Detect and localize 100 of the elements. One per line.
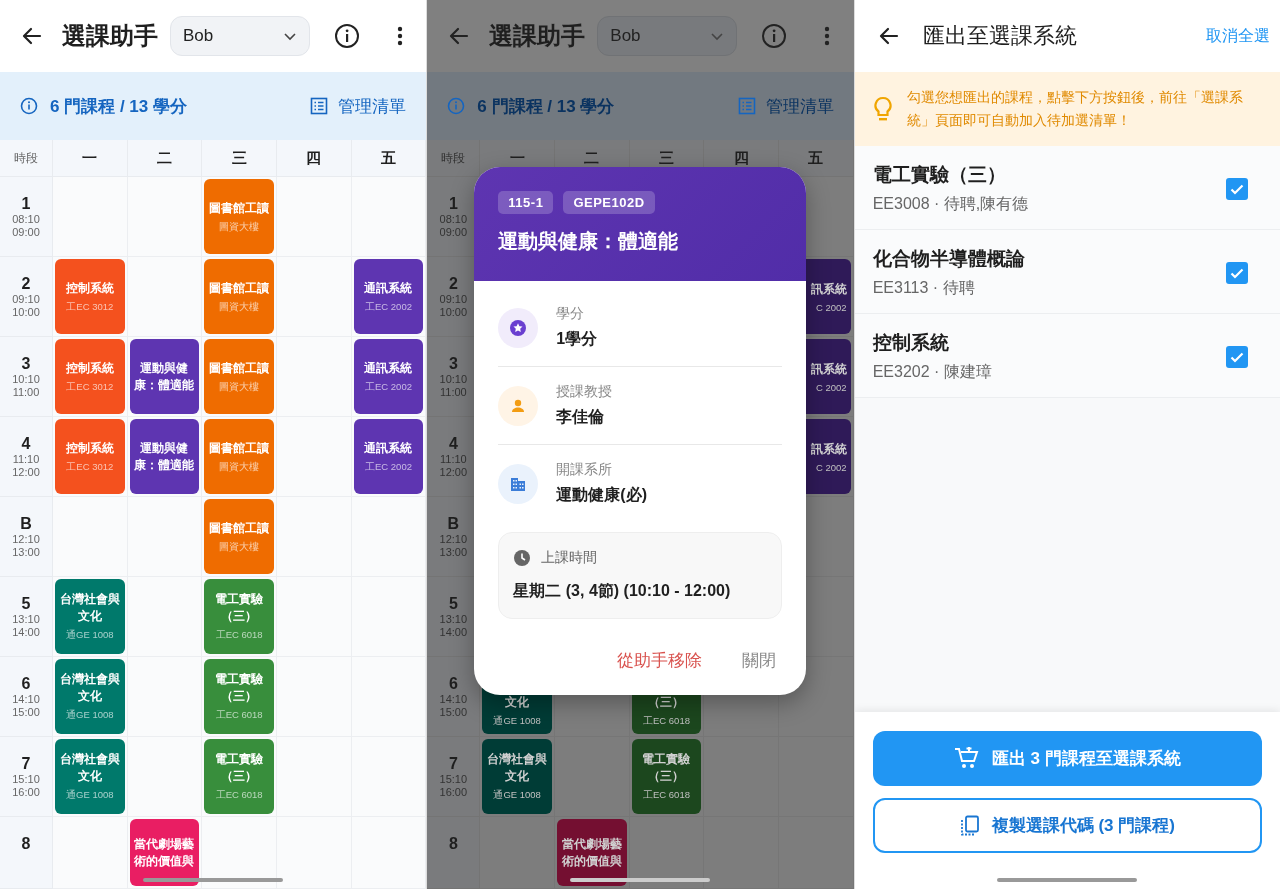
course-block[interactable]: 電工實驗（三） 工EC 6018 [631,739,702,814]
period-header: 時段 [427,140,481,177]
period-end-time: 12:00 [12,466,40,479]
course-block[interactable]: 圖書館工讀 圖資大樓 [204,419,274,494]
course-block[interactable]: 通訊系統 工EC 2002 [353,339,424,414]
course-title: 電工實驗（三） [214,591,265,625]
course-block[interactable]: 運動與健康：體適能 [129,339,200,414]
manage-list-button[interactable]: 管理清單 [737,94,834,118]
copy-code-button[interactable]: 複製選課代碼 (3 門課程) [872,798,1262,853]
field-label: 學分 [556,305,586,323]
course-summary: 6 門課程 / 13 學分 [50,95,187,118]
course-block[interactable]: 電工實驗（三） 工EC 6018 [204,659,274,734]
course-block[interactable]: 台灣社會與文化 通GE 1008 [55,659,125,734]
course-title: 當代劇場藝術的價值與 [133,835,196,870]
period-start-time: 10:10 [439,373,468,386]
period-end-time: 12:00 [439,466,468,479]
course-meta: EE3113 · 待聘 [872,278,976,298]
period-end-time: 09:00 [439,226,468,239]
course-block[interactable]: 圖書館工讀 圖資大樓 [204,179,274,254]
course-room: 通GE 1008 [66,709,114,722]
period-end-time: 13:00 [439,546,468,559]
period-start-time: 15:10 [12,773,40,786]
course-tag: GEPE102D [563,191,655,214]
course-room: 圖資大樓 [219,380,260,394]
info-icon [20,97,38,115]
course-room: 工EC 6018 [215,629,263,642]
weekday-header: 四 [277,140,352,177]
info-icon[interactable] [334,23,360,49]
period-number: 4 [21,435,31,453]
period-number: B [447,515,460,533]
period-end-time: 13:00 [12,546,40,559]
period-start-time: 09:10 [12,293,40,306]
course-room: 工EC 3012 [66,380,114,394]
course-block[interactable]: 運動與健康：體適能 [129,419,200,494]
app-title: 選課助手 [489,21,586,51]
course-block[interactable]: 當代劇場藝術的價值與 [129,819,200,886]
user-dropdown[interactable]: Bob [170,16,310,56]
course-room: 工EC 2002 [365,380,412,394]
course-block[interactable]: 控制系統 工EC 3012 [55,339,125,414]
period-start-time: 14:10 [12,693,40,706]
period-number: 8 [448,835,458,853]
field-value: 李佳倫 [556,407,606,427]
course-block[interactable]: 通訊系統 工EC 2002 [353,419,424,494]
period-start-time: 10:10 [12,373,40,386]
course-block[interactable]: 通訊系統 工EC 2002 [353,259,424,334]
course-title: 圖書館工讀 [209,279,270,297]
course-room: 工EC 6018 [643,715,690,728]
list-icon [737,97,756,115]
checkbox[interactable] [1226,261,1248,284]
weekday-header: 三 [202,140,277,177]
period-number: 5 [21,595,31,613]
cart-icon [953,746,980,771]
period-end-time: 15:00 [12,706,40,719]
period-start-time: 08:10 [439,213,468,226]
course-block[interactable]: 台灣社會與文化 通GE 1008 [55,739,125,814]
course-title: 通訊系統 [364,279,413,297]
period-number: 6 [448,675,458,693]
course-title: 訊系統 [810,440,847,458]
info-icon [447,97,466,115]
course-block[interactable]: 控制系統 工EC 3012 [55,259,125,334]
checkbox[interactable] [1226,345,1248,368]
course-title: 台灣社會與文化 [59,671,121,705]
export-button[interactable]: 匯出 3 門課程至選課系統 [872,731,1262,786]
course-block[interactable]: 圖書館工讀 圖資大樓 [204,339,274,414]
manage-list-button[interactable]: 管理清單 [310,94,407,118]
lightbulb-icon [872,96,893,122]
deselect-all-link[interactable]: 取消全選 [1206,25,1270,47]
period-number: 3 [448,355,458,373]
weekday-header: 二 [127,140,203,177]
period-number: 4 [448,435,458,453]
course-title: 台灣社會與文化 [59,751,121,785]
period-end-time: 15:00 [439,706,468,719]
course-room: C 2002 [816,381,847,393]
course-name: 電工實驗（三） [872,163,1007,187]
course-room: 圖資大樓 [219,460,260,474]
course-block[interactable]: 台灣社會與文化 通GE 1008 [482,739,552,814]
period-number: 3 [21,355,31,373]
period-start-time: 13:10 [12,613,40,626]
course-name: 控制系統 [872,331,950,355]
course-title: 控制系統 [65,279,114,297]
course-title: 台灣社會與文化 [59,591,121,625]
field-label: 開課系所 [556,461,614,479]
period-number: 1 [448,195,458,213]
user-dropdown[interactable]: Bob [597,16,738,56]
course-room: 圖資大樓 [219,300,260,314]
field-value: 運動健康(必) [556,485,647,505]
course-block[interactable]: 電工實驗（三） 工EC 6018 [204,579,274,654]
close-button[interactable]: 關閉 [742,649,777,672]
checkbox[interactable] [1226,177,1248,200]
course-block[interactable]: 當代劇場藝術的價值與 [557,819,627,886]
period-number: B [20,515,32,533]
course-block[interactable]: 電工實驗（三） 工EC 6018 [204,739,274,814]
course-block[interactable]: 圖書館工讀 圖資大樓 [204,259,274,334]
course-room: 通GE 1008 [66,789,114,802]
course-block[interactable]: 控制系統 工EC 3012 [55,419,125,494]
course-block[interactable]: 台灣社會與文化 通GE 1008 [55,579,125,654]
period-end-time: 16:00 [12,786,40,799]
course-block[interactable]: 圖書館工讀 圖資大樓 [204,499,274,574]
period-number: 5 [448,595,458,613]
period-number: 1 [21,195,31,213]
